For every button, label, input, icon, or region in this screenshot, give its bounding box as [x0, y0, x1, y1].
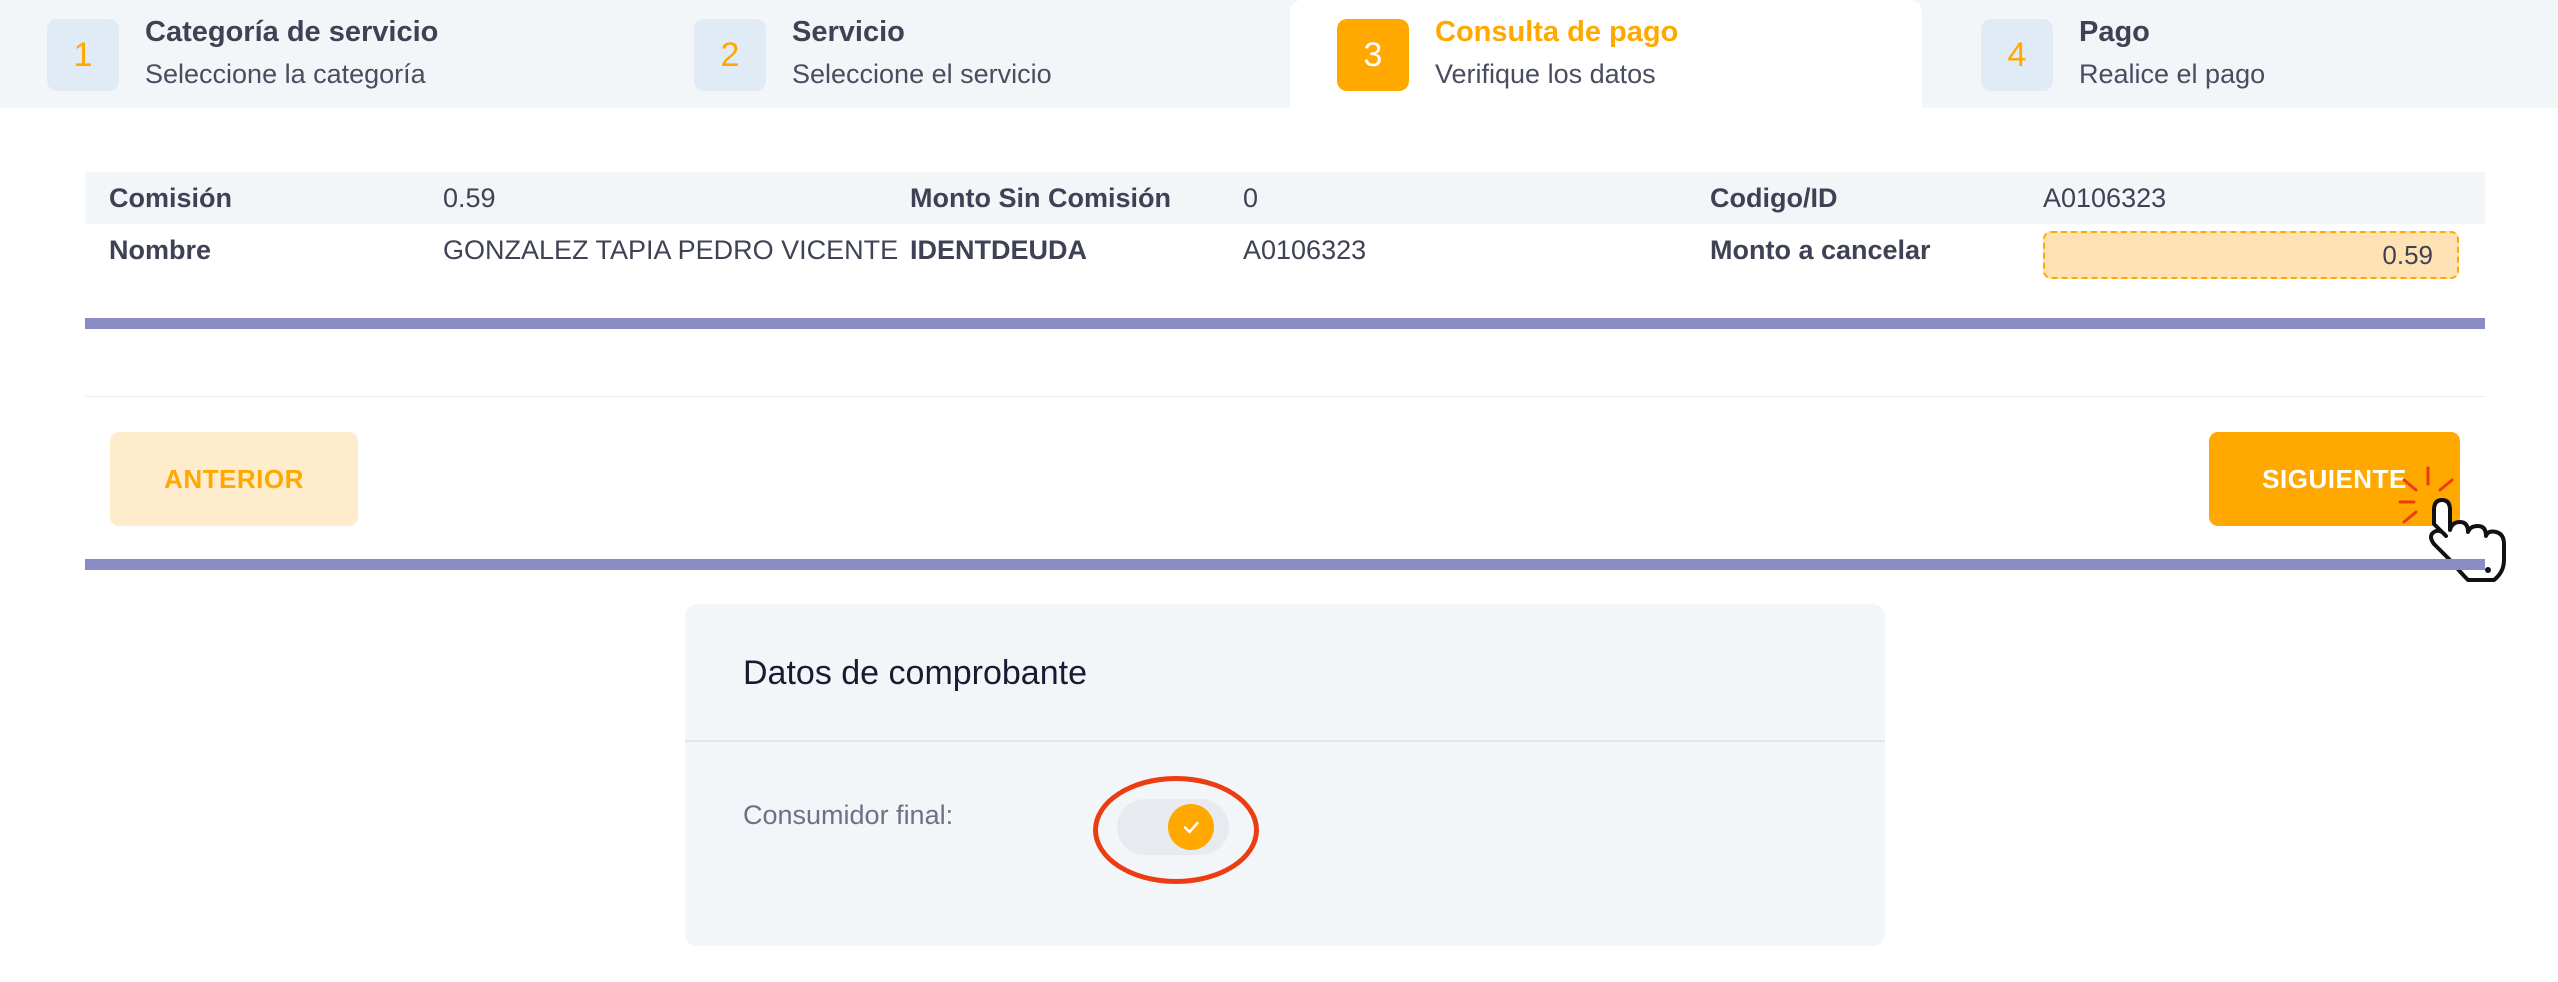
divider: [85, 396, 2485, 397]
nombre-label: Nombre: [109, 235, 212, 265]
step-subtitle: Seleccione la categoría: [145, 59, 426, 89]
payment-details-table: Comisión 0.59 Monto Sin Comisión 0 Codig…: [85, 172, 2485, 279]
step-number: 2: [694, 19, 766, 91]
toggle-knob: [1168, 804, 1214, 850]
consumidor-final-toggle[interactable]: [1117, 799, 1229, 855]
consumidor-final-label: Consumidor final:: [743, 800, 954, 830]
card-header: Datos de comprobante: [685, 604, 1885, 742]
identdeuda-label: IDENTDEUDA: [910, 235, 1088, 265]
step-pago[interactable]: 4 Pago Realice el pago: [1934, 0, 2558, 108]
identdeuda-value: A0106323: [1243, 235, 1367, 265]
step-subtitle: Realice el pago: [2079, 59, 2266, 89]
monto-sin-comision-label: Monto Sin Comisión: [910, 183, 1171, 213]
step-title: Pago: [2079, 16, 2150, 48]
section-divider-bar: [85, 318, 2485, 329]
codigo-label: Codigo/ID: [1710, 183, 1838, 213]
step-number: 3: [1337, 19, 1409, 91]
section-divider-bar: [85, 559, 2485, 570]
card-title: Datos de comprobante: [743, 654, 1087, 692]
siguiente-button[interactable]: SIGUIENTE: [2209, 432, 2460, 526]
codigo-value: A0106323: [2043, 183, 2167, 213]
step-title: Consulta de pago: [1435, 16, 1679, 48]
step-servicio[interactable]: 2 Servicio Seleccione el servicio: [647, 0, 1279, 108]
step-consulta-de-pago[interactable]: 3 Consulta de pago Verifique los datos: [1290, 0, 1922, 108]
step-number: 1: [47, 19, 119, 91]
check-icon: [1183, 821, 1199, 834]
step-number: 4: [1981, 19, 2053, 91]
monto-sin-comision-value: 0: [1243, 183, 1259, 213]
anterior-button[interactable]: ANTERIOR: [110, 432, 358, 526]
step-subtitle: Seleccione el servicio: [792, 59, 1052, 89]
details-row: Comisión 0.59 Monto Sin Comisión 0 Codig…: [85, 172, 2485, 224]
step-categoria[interactable]: 1 Categoría de servicio Seleccione la ca…: [0, 0, 632, 108]
step-subtitle: Verifique los datos: [1435, 59, 1656, 89]
step-title: Servicio: [792, 16, 905, 48]
monto-a-cancelar-input[interactable]: 0.59: [2043, 231, 2459, 279]
comprobante-card: Datos de comprobante Consumidor final:: [685, 604, 1885, 946]
comision-label: Comisión: [109, 183, 233, 213]
nombre-value: GONZALEZ TAPIA PEDRO VICENTE: [443, 235, 899, 265]
step-title: Categoría de servicio: [145, 16, 439, 48]
monto-a-cancelar-label: Monto a cancelar: [1710, 235, 1931, 265]
comision-value: 0.59: [443, 183, 496, 213]
wizard-stepper: 1 Categoría de servicio Seleccione la ca…: [0, 0, 2558, 108]
